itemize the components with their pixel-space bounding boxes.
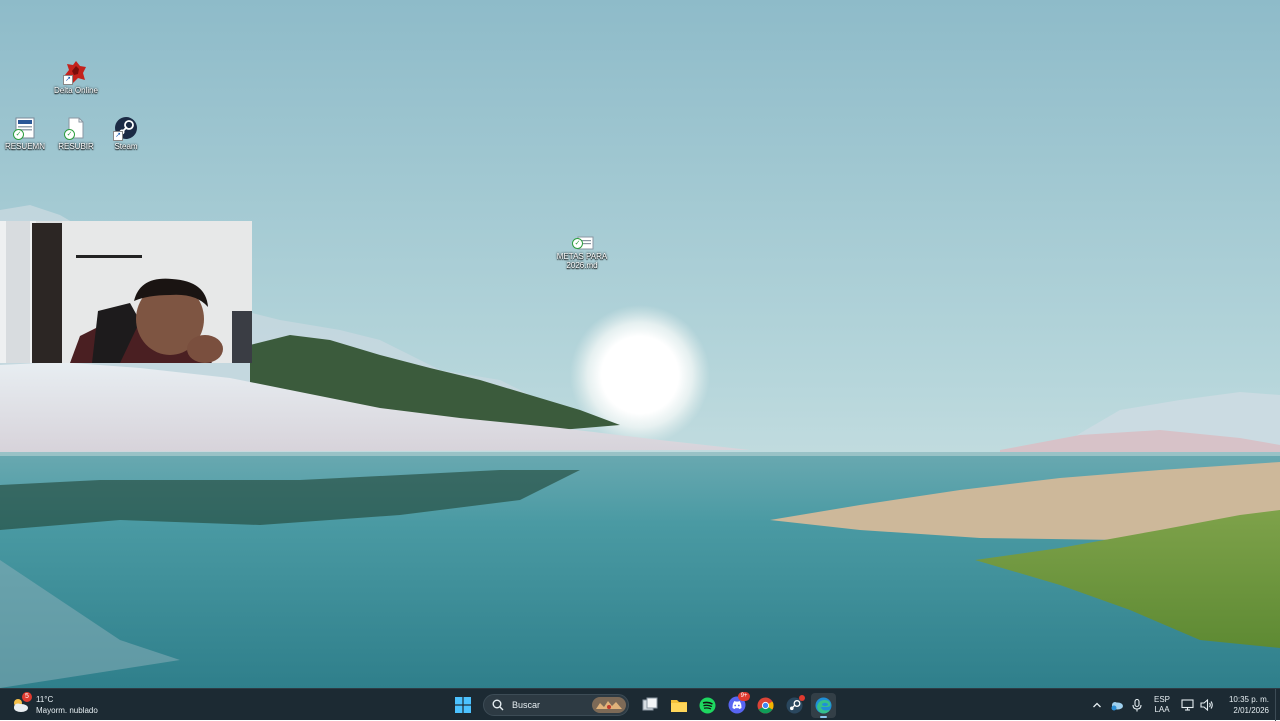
search-icon xyxy=(492,699,504,711)
input-language-indicator[interactable]: ESP LAA xyxy=(1147,695,1177,715)
sync-check-icon: ✓ xyxy=(572,238,583,249)
weather-widget[interactable]: 5 11°C Mayorm. nublado xyxy=(10,692,98,718)
network-tray-button[interactable] xyxy=(1177,693,1197,717)
file-explorer-button[interactable] xyxy=(666,693,691,718)
markdown-file-synced-icon: ✓ xyxy=(570,236,594,250)
onedrive-tray-button[interactable] xyxy=(1107,693,1127,717)
shortcut-arrow-icon: ↗ xyxy=(113,131,123,141)
show-hidden-icons-button[interactable] xyxy=(1087,693,1107,717)
desktop-icon-label: Steam xyxy=(114,142,138,151)
taskbar-apps: Buscar 9+ xyxy=(450,689,836,721)
weather-description: Mayorm. nublado xyxy=(36,706,98,715)
spotify-button[interactable] xyxy=(695,693,720,718)
monitor-network-icon xyxy=(1180,699,1194,711)
microphone-tray-button[interactable] xyxy=(1127,693,1147,717)
steam-taskbar-button[interactable] xyxy=(782,693,807,718)
keyboard-layout-code: LAA xyxy=(1154,705,1170,714)
language-code: ESP xyxy=(1153,695,1170,704)
search-highlight-icon xyxy=(592,697,626,713)
search-placeholder: Buscar xyxy=(512,700,541,710)
desktop-icon-delta-online[interactable]: ↗ Delta Online xyxy=(48,60,104,95)
chrome-button[interactable] xyxy=(753,693,778,718)
desktop-icon-steam[interactable]: ↗ Steam xyxy=(98,116,154,151)
steam-notification-dot xyxy=(799,694,805,701)
cloud-sync-icon xyxy=(1111,702,1123,711)
volume-tray-button[interactable] xyxy=(1197,693,1217,717)
taskbar: 5 11°C Mayorm. nublado Buscar 9+ ESP LAA… xyxy=(0,688,1280,721)
windows-start-icon xyxy=(454,697,471,713)
chrome-icon xyxy=(757,697,774,713)
edge-button[interactable] xyxy=(811,692,836,718)
weather-temperature: 11°C xyxy=(36,695,54,704)
speaker-icon xyxy=(1200,699,1213,711)
task-view-button[interactable] xyxy=(637,693,662,718)
show-desktop-button[interactable] xyxy=(1275,689,1280,721)
steam-icon: ↗ xyxy=(113,116,138,141)
clock-time: 10:35 p. m. xyxy=(1228,695,1269,704)
discord-notification-badge: 9+ xyxy=(738,691,750,701)
edge-icon xyxy=(815,697,832,713)
text-file-synced-icon: ✓ xyxy=(64,116,88,140)
desktop-icon-label: RESUBIR xyxy=(58,142,94,151)
desktop-icon-label: Delta Online xyxy=(53,86,99,95)
desktop-icon-metas-para-2026[interactable]: ✓ METAS PARA 2026.md xyxy=(554,236,610,270)
folder-icon xyxy=(670,700,687,712)
microphone-icon xyxy=(1132,698,1142,711)
clock-date[interactable]: 10:35 p. m. 2/01/2026 xyxy=(1217,694,1269,716)
task-view-icon xyxy=(642,697,657,711)
document-synced-icon: ✓ xyxy=(13,116,37,140)
desktop-icon-label: RESUEMN xyxy=(4,142,45,151)
desktop-icon-label: METAS PARA 2026.md xyxy=(556,252,608,270)
search-input[interactable]: Buscar xyxy=(483,694,629,716)
spotify-icon xyxy=(699,697,716,713)
sync-check-icon: ✓ xyxy=(64,129,75,140)
weather-alert-badge: 5 xyxy=(22,692,32,702)
desktop-icon-resubir[interactable]: ✓ RESUBIR xyxy=(48,116,104,151)
chevron-up-icon xyxy=(1093,702,1101,708)
desktop-icon-resuemn[interactable]: ✓ RESUEMN xyxy=(0,116,53,151)
cloudy-weather-icon: 5 xyxy=(10,692,32,715)
webcam-overlay xyxy=(0,221,252,363)
start-button[interactable] xyxy=(450,693,475,718)
system-tray: ESP LAA 10:35 p. m. 2/01/2026 xyxy=(1087,689,1280,721)
clock-date-text: 2/01/2026 xyxy=(1233,706,1269,715)
red-game-icon: ↗ xyxy=(63,60,88,85)
discord-button[interactable]: 9+ xyxy=(724,691,750,718)
shortcut-arrow-icon: ↗ xyxy=(63,75,73,85)
sync-check-icon: ✓ xyxy=(13,129,24,140)
